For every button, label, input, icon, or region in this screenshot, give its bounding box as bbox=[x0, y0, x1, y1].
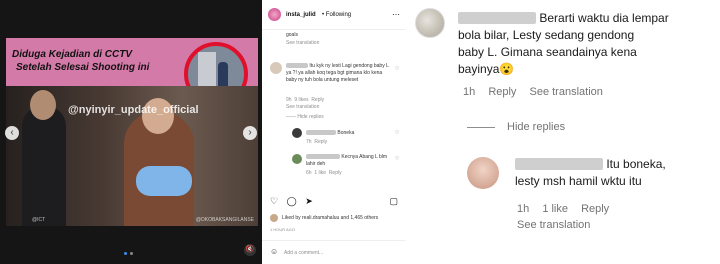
reply-1-text: Boneka bbox=[306, 130, 354, 137]
add-comment-bar: ☺ Add a comment... bbox=[262, 240, 405, 264]
like-reply-1-icon[interactable]: ♡ bbox=[395, 130, 399, 136]
zoom-comment-reply[interactable]: Reply bbox=[488, 86, 516, 98]
zoom-hide-replies-link[interactable]: Hide replies bbox=[467, 121, 575, 133]
surprised-emoji-icon: 😮 bbox=[499, 62, 515, 76]
comment-1-text: Itu kyk ny lesti Lagi gendong baby L ya … bbox=[286, 63, 389, 83]
reply-2-reply[interactable]: Reply bbox=[329, 170, 342, 176]
reply-2-avatar[interactable] bbox=[292, 154, 302, 164]
reply-2-text: Kecnya Abang L blm lahir deh bbox=[306, 154, 388, 167]
reply-1-avatar[interactable] bbox=[292, 128, 302, 138]
comment-1-see-translation[interactable]: See translation bbox=[286, 104, 319, 111]
watermark-left: @ICT bbox=[32, 217, 46, 223]
video-banner: Diduga Kejadian di CCTV Setelah Selesai … bbox=[12, 48, 149, 74]
like-reply-2-icon[interactable]: ♡ bbox=[395, 156, 399, 162]
post-side-panel: insta_julid • Following ⋯ goals See tran… bbox=[262, 0, 405, 264]
follow-status[interactable]: • Following bbox=[322, 12, 351, 18]
like-comment-icon[interactable]: ♡ bbox=[395, 66, 399, 72]
hide-replies-link[interactable]: —— Hide replies bbox=[286, 114, 324, 121]
zoom-comment-meta: 1h Reply See translation bbox=[463, 86, 603, 98]
posted-ago: 1 HOUR AGO bbox=[270, 227, 295, 232]
zoomed-comments: Berarti waktu dia lempar bola bilar, Les… bbox=[405, 0, 720, 264]
zoom-comment-see-translation[interactable]: See translation bbox=[530, 86, 603, 98]
zoom-reply-likes[interactable]: 1 like bbox=[542, 203, 568, 215]
zoom-reply-see-translation[interactable]: See translation bbox=[517, 219, 590, 231]
watermark-bottom: @OKOBAKSANGILANSE bbox=[195, 217, 254, 223]
reply-1-meta: 7h Reply bbox=[306, 139, 328, 145]
zoom-reply-avatar[interactable] bbox=[467, 157, 499, 189]
zoom-commenter-avatar[interactable] bbox=[415, 8, 445, 38]
reply-1-reply[interactable]: Reply bbox=[314, 139, 327, 145]
add-comment-input[interactable]: Add a comment... bbox=[284, 250, 323, 257]
post-action-bar: ♡ ◯ ➤ ▢ bbox=[270, 196, 400, 208]
liked-by-text[interactable]: Liked by reali.dramahaluu and 1,465 othe… bbox=[282, 215, 378, 222]
banner-line-2: Setelah Selesai Shooting ini bbox=[16, 62, 150, 73]
liker-avatar bbox=[270, 214, 278, 222]
commenter-avatar[interactable] bbox=[270, 62, 282, 74]
avatar[interactable] bbox=[268, 8, 281, 21]
comment-1-meta: 9h 9 likes Reply bbox=[286, 97, 325, 103]
post-header: insta_julid • Following ⋯ bbox=[262, 0, 405, 30]
banner-line-1: Diduga Kejadian di CCTV bbox=[12, 49, 133, 60]
comment-1-likes[interactable]: 9 likes bbox=[294, 97, 308, 103]
more-options-icon[interactable]: ⋯ bbox=[392, 10, 400, 19]
video-frame: Diduga Kejadian di CCTV Setelah Selesai … bbox=[6, 38, 258, 226]
next-slide-button[interactable]: › bbox=[243, 126, 257, 140]
mute-icon[interactable]: 🔇 bbox=[244, 244, 256, 256]
reply-2-meta: 6h 1 like Reply bbox=[306, 170, 342, 176]
prev-slide-button[interactable]: ‹ bbox=[5, 126, 19, 140]
comment-icon[interactable]: ◯ bbox=[287, 196, 297, 206]
zoom-comment-text: Berarti waktu dia lempar bola bilar, Les… bbox=[458, 11, 669, 76]
carousel-dots bbox=[124, 252, 133, 255]
instagram-post-screenshot: Diduga Kejadian di CCTV Setelah Selesai … bbox=[0, 0, 405, 264]
save-icon[interactable]: ▢ bbox=[389, 196, 398, 207]
like-icon[interactable]: ♡ bbox=[270, 196, 278, 206]
post-username[interactable]: insta_julid bbox=[286, 12, 316, 18]
caption-see-translation[interactable]: See translation bbox=[286, 40, 319, 47]
zoom-reply-text: Itu boneka, lesty msh hamil wktu itu bbox=[515, 157, 666, 188]
caption-tail: goals bbox=[286, 32, 298, 38]
comment-1-reply[interactable]: Reply bbox=[311, 97, 324, 103]
video-watermark: @nyinyir_update_official bbox=[68, 104, 199, 116]
emoji-icon[interactable]: ☺ bbox=[270, 248, 278, 256]
zoom-reply-meta: 1h 1 like Reply bbox=[517, 203, 610, 215]
share-icon[interactable]: ➤ bbox=[305, 196, 313, 206]
post-media[interactable]: Diduga Kejadian di CCTV Setelah Selesai … bbox=[0, 0, 262, 264]
zoom-reply-reply[interactable]: Reply bbox=[581, 203, 609, 215]
